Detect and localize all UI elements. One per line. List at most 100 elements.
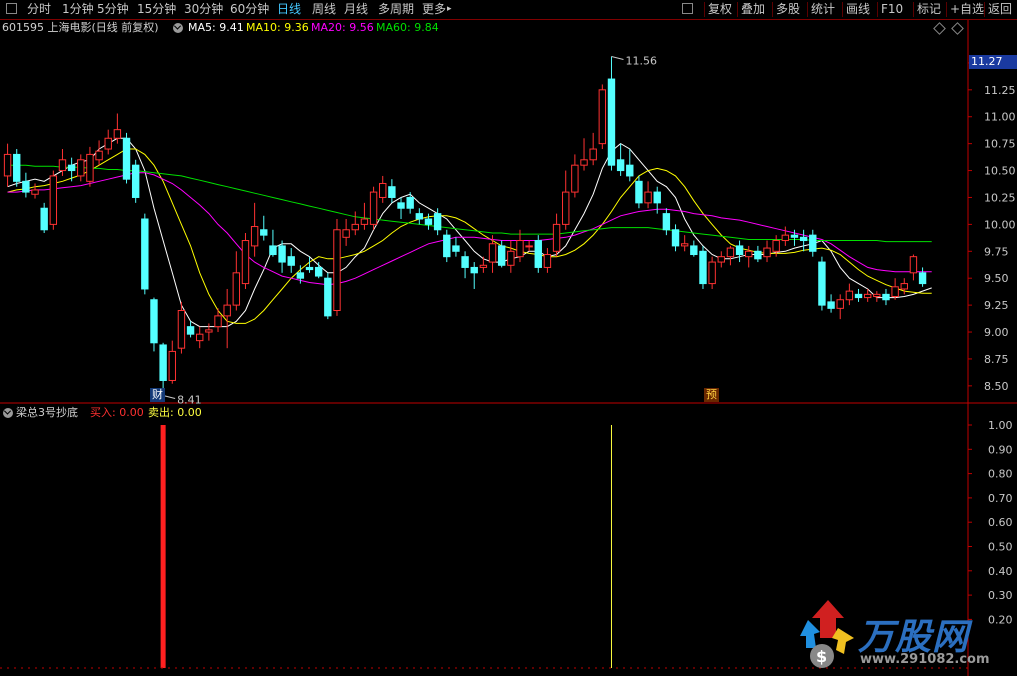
candle-body [351, 223, 359, 231]
candle-body [113, 129, 122, 139]
candle [781, 226, 790, 246]
candle-body [680, 243, 689, 247]
candle-body [77, 159, 85, 177]
candle [763, 240, 771, 263]
candle-body [918, 272, 927, 285]
candle-body [616, 159, 625, 172]
candle-body [287, 256, 295, 266]
candle [662, 208, 671, 236]
high-annotation-line [611, 55, 624, 60]
candle-body [452, 245, 460, 252]
candle-body [232, 272, 241, 306]
candle-body [159, 344, 167, 381]
candle [131, 159, 140, 203]
candle-body [626, 164, 634, 177]
candle-body [131, 164, 140, 198]
candle [86, 146, 94, 187]
candle [543, 248, 552, 273]
candle [95, 140, 103, 166]
price-tick-label: 10.00 [984, 218, 1016, 231]
candle-body [461, 256, 469, 268]
candle-body [598, 89, 607, 145]
indicator-tick-label: 0.70 [988, 492, 1013, 505]
candle-body [168, 350, 176, 381]
candle [443, 229, 451, 263]
candle [909, 254, 918, 281]
indicator-tick-label: 1.00 [988, 419, 1013, 432]
candle [799, 229, 808, 252]
candle-body [708, 261, 716, 285]
candle-body [873, 293, 881, 298]
candle [424, 213, 433, 230]
candle [525, 240, 533, 252]
price-tick-label: 8.50 [984, 380, 1009, 393]
candle [241, 232, 250, 289]
candle [379, 175, 387, 203]
candle-body [763, 247, 771, 258]
candle-body [241, 240, 250, 285]
price-tick-label: 10.50 [984, 165, 1016, 178]
candle-body [122, 137, 131, 180]
candle-body [22, 180, 30, 193]
candle-body [369, 191, 378, 225]
candle-body [3, 153, 12, 177]
forecast-marker[interactable]: 预 [704, 388, 719, 402]
candle-body [250, 226, 259, 247]
buy-signal-bar [160, 425, 166, 668]
candle-body [562, 191, 570, 225]
candle-body [671, 229, 680, 247]
candle-body [525, 245, 533, 248]
candle [891, 278, 899, 300]
candle [314, 262, 323, 279]
indicator-tick-label: 0.50 [988, 541, 1013, 554]
price-tick-label: 11.25 [984, 84, 1016, 97]
candle [882, 288, 890, 306]
candle-body [854, 293, 863, 299]
candle-body [260, 229, 268, 236]
candle-body [607, 78, 616, 166]
candle-body [534, 240, 542, 268]
candle-body [278, 245, 286, 263]
candle-body [754, 250, 762, 260]
candle-body [644, 191, 652, 204]
candle [141, 213, 149, 295]
candle [900, 278, 908, 295]
candle-body [424, 218, 433, 225]
candle-body [86, 153, 94, 182]
candle-body [909, 256, 918, 274]
candle [873, 291, 881, 302]
kline-chart: 11.5011.2511.0010.7510.5010.2510.009.759… [0, 20, 1017, 676]
candle [735, 240, 744, 263]
candle [635, 175, 643, 209]
candle [287, 248, 295, 273]
candle [717, 251, 725, 268]
candle [49, 170, 58, 230]
candle-body [845, 290, 854, 301]
candle [31, 183, 39, 199]
svg-text:$: $ [816, 647, 827, 666]
candle-body [653, 191, 661, 204]
candle [589, 132, 597, 166]
candle [598, 84, 607, 150]
candle [507, 240, 515, 273]
candle-body [543, 254, 552, 268]
candle [818, 256, 826, 311]
candle [470, 262, 478, 289]
candle-body [305, 266, 314, 271]
candle [3, 143, 12, 187]
candle [397, 197, 405, 219]
watermark-logo-icon: $ [800, 600, 854, 668]
candle-body [269, 245, 277, 256]
candle [232, 251, 241, 311]
high-annotation-label: 11.56 [625, 54, 657, 67]
candle-body [470, 266, 478, 274]
indicator-tick-label: 0.90 [988, 443, 1013, 456]
price-tick-label: 9.75 [984, 245, 1009, 258]
candle-body [635, 180, 643, 204]
low-annotation-label: 8.41 [177, 394, 202, 407]
candle [644, 181, 652, 209]
candle-body [809, 234, 817, 252]
candle-body [443, 234, 451, 258]
candle [205, 323, 213, 341]
financial-report-marker[interactable]: 财 [150, 388, 165, 402]
